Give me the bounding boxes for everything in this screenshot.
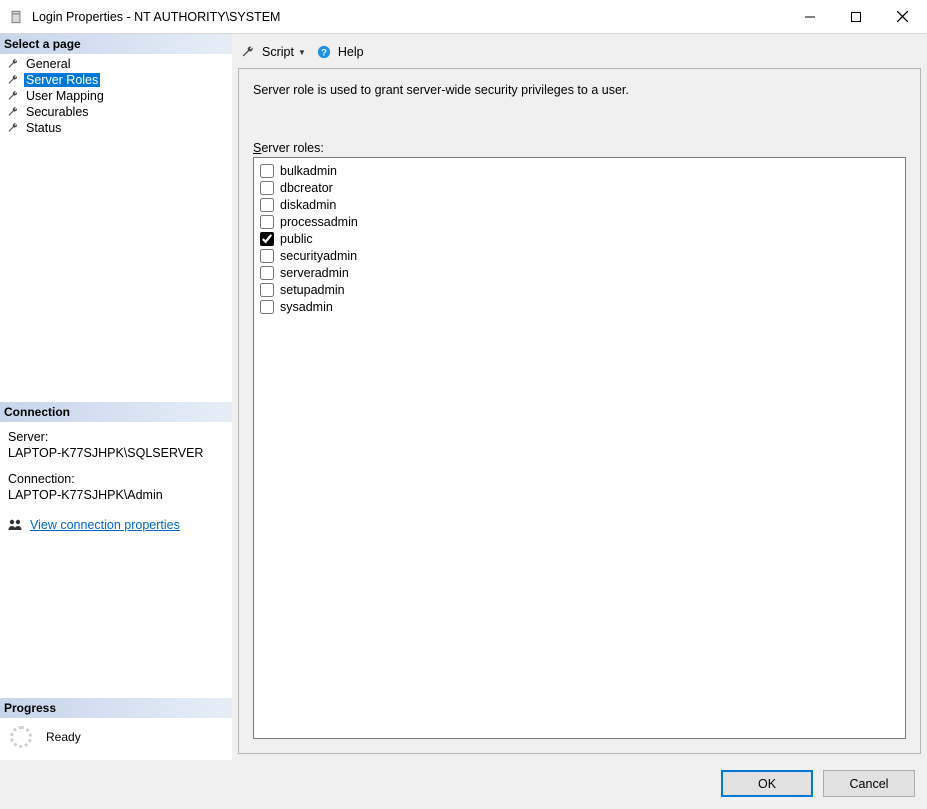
- content-area: Script ▼ ? Help Server role is used to g…: [232, 34, 927, 760]
- role-label: serveradmin: [280, 266, 349, 280]
- cancel-button[interactable]: Cancel: [823, 770, 915, 797]
- role-label: sysadmin: [280, 300, 333, 314]
- role-label: dbcreator: [280, 181, 333, 195]
- role-item[interactable]: bulkadmin: [260, 162, 899, 179]
- progress-block: Ready: [0, 718, 232, 760]
- page-label: Securables: [24, 105, 91, 119]
- role-checkbox[interactable]: [260, 283, 274, 297]
- page-list: General Server Roles User Mapping Securable…: [0, 54, 232, 138]
- sidebar-page-item[interactable]: General: [0, 56, 232, 72]
- connection-info: Server: LAPTOP-K77SJHPK\SQLSERVER Connec…: [0, 422, 232, 510]
- select-page-header: Select a page: [0, 34, 232, 54]
- wrench-icon: [6, 105, 20, 119]
- role-item[interactable]: setupadmin: [260, 281, 899, 298]
- role-label: public: [280, 232, 313, 246]
- role-label: setupadmin: [280, 283, 345, 297]
- server-value: LAPTOP-K77SJHPK\SQLSERVER: [8, 446, 226, 460]
- panel-description: Server role is used to grant server-wide…: [253, 83, 906, 97]
- server-roles-label: Server roles:: [253, 141, 906, 155]
- sidebar-page-item[interactable]: Server Roles: [0, 72, 232, 88]
- role-item[interactable]: securityadmin: [260, 247, 899, 264]
- page-label: User Mapping: [24, 89, 106, 103]
- help-button[interactable]: Help: [338, 45, 364, 59]
- sidebar-page-item[interactable]: Status: [0, 120, 232, 136]
- role-checkbox[interactable]: [260, 249, 274, 263]
- role-checkbox[interactable]: [260, 215, 274, 229]
- role-checkbox[interactable]: [260, 198, 274, 212]
- close-button[interactable]: [879, 2, 925, 32]
- role-item[interactable]: sysadmin: [260, 298, 899, 315]
- main-panel: Server role is used to grant server-wide…: [238, 68, 921, 754]
- wrench-icon: [6, 89, 20, 103]
- role-checkbox[interactable]: [260, 164, 274, 178]
- role-checkbox[interactable]: [260, 266, 274, 280]
- connection-label: Connection:: [8, 472, 226, 486]
- role-checkbox[interactable]: [260, 300, 274, 314]
- wrench-icon: [6, 73, 20, 87]
- role-label: processadmin: [280, 215, 358, 229]
- svg-text:?: ?: [321, 48, 327, 59]
- maximize-button[interactable]: [833, 2, 879, 32]
- progress-header: Progress: [0, 698, 232, 718]
- sidebar-page-item[interactable]: Securables: [0, 104, 232, 120]
- sidebar-page-item[interactable]: User Mapping: [0, 88, 232, 104]
- progress-spinner-icon: [10, 726, 32, 748]
- role-item[interactable]: diskadmin: [260, 196, 899, 213]
- role-item[interactable]: public: [260, 230, 899, 247]
- role-item[interactable]: processadmin: [260, 213, 899, 230]
- ok-button[interactable]: OK: [721, 770, 813, 797]
- script-button[interactable]: Script: [262, 45, 294, 59]
- wrench-icon: [6, 121, 20, 135]
- sidebar: Select a page General Server Roles User Ma…: [0, 34, 232, 760]
- page-label: Status: [24, 121, 63, 135]
- role-item[interactable]: dbcreator: [260, 179, 899, 196]
- help-icon: ?: [316, 44, 332, 60]
- server-roles-list[interactable]: bulkadmin dbcreator diskadmin processadmin p…: [253, 157, 906, 739]
- minimize-button[interactable]: [787, 2, 833, 32]
- role-checkbox[interactable]: [260, 181, 274, 195]
- page-label: General: [24, 57, 72, 71]
- progress-status: Ready: [46, 730, 81, 744]
- role-label: bulkadmin: [280, 164, 337, 178]
- role-checkbox[interactable]: [260, 232, 274, 246]
- titlebar: Login Properties - NT AUTHORITY\SYSTEM: [0, 0, 927, 34]
- view-connection-properties-link[interactable]: View connection properties: [30, 518, 180, 532]
- script-dropdown-icon[interactable]: ▼: [298, 48, 306, 57]
- connection-value: LAPTOP-K77SJHPK\Admin: [8, 488, 226, 502]
- server-label: Server:: [8, 430, 226, 444]
- dialog-footer: OK Cancel: [0, 760, 927, 809]
- window-title: Login Properties - NT AUTHORITY\SYSTEM: [32, 10, 787, 24]
- wrench-icon: [6, 57, 20, 71]
- people-icon: [6, 516, 24, 534]
- role-label: securityadmin: [280, 249, 357, 263]
- content-toolbar: Script ▼ ? Help: [238, 40, 921, 68]
- role-label: diskadmin: [280, 198, 336, 212]
- wrench-icon: [240, 44, 256, 60]
- role-item[interactable]: serveradmin: [260, 264, 899, 281]
- app-icon: [8, 9, 24, 25]
- page-label: Server Roles: [24, 73, 100, 87]
- connection-header: Connection: [0, 402, 232, 422]
